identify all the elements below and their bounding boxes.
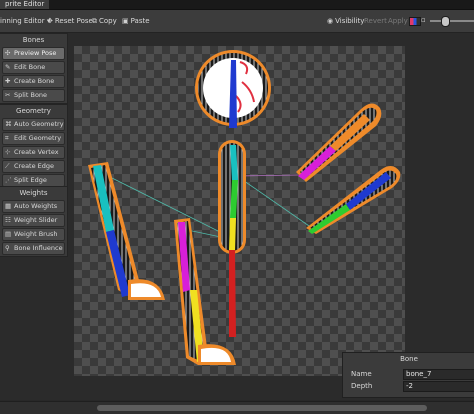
create-vertex-label: Create Vertex xyxy=(14,148,59,156)
bone-name-field[interactable]: bone_7 xyxy=(403,369,474,380)
edit-geometry-label: Edit Geometry xyxy=(14,134,62,142)
bone-inspector-panel: Bone Name bone_7 Depth -2 xyxy=(342,352,474,398)
weight-slider-button[interactable]: ☷ Weight Slider xyxy=(2,214,65,227)
preview-pose-button[interactable]: ✣ Preview Pose xyxy=(2,47,65,60)
create-edge-button[interactable]: ⟋ Create Edge xyxy=(2,160,65,173)
left-leg-sprite[interactable] xyxy=(88,162,165,300)
create-edge-icon: ⟋ xyxy=(5,162,10,170)
auto-weights-icon: ▦ xyxy=(5,202,12,210)
torso-sprite[interactable] xyxy=(218,140,246,337)
auto-geometry-icon: ⌘ xyxy=(5,120,12,128)
create-bone-button[interactable]: ✚ Create Bone xyxy=(2,75,65,88)
bone-influence-button[interactable]: ⚲ Bone Influence xyxy=(2,242,65,255)
split-edge-icon: ⋰ xyxy=(5,176,12,184)
auto-geometry-button[interactable]: ⌘ Auto Geometry xyxy=(2,118,65,131)
bones-panel-title: Bones xyxy=(22,36,45,44)
bone-name-label: Name xyxy=(351,370,372,378)
create-vertex-button[interactable]: ⊹ Create Vertex xyxy=(2,146,65,159)
bone-connector-line xyxy=(236,174,299,177)
bone-influence-label: Bone Influence xyxy=(14,244,63,252)
bone-influence-icon: ⚲ xyxy=(5,244,10,252)
head-sprite[interactable] xyxy=(195,50,271,128)
bone-connector-line xyxy=(111,177,221,233)
weights-panel-title: Weights xyxy=(19,189,48,197)
bone-connector-line xyxy=(236,175,313,229)
preview-pose-icon: ✣ xyxy=(5,49,11,57)
split-bone-icon: ✂ xyxy=(5,91,11,99)
geometry-panel-title: Geometry xyxy=(16,107,51,115)
split-bone-button[interactable]: ✂ Split Bone xyxy=(2,89,65,102)
split-edge-label: Split Edge xyxy=(14,176,47,184)
bones-panel: Bones ✣ Preview Pose ✎ Edit Bone ✚ Create B… xyxy=(0,33,68,104)
preview-pose-label: Preview Pose xyxy=(14,49,57,57)
edit-geometry-button[interactable]: ⌗ Edit Geometry xyxy=(2,132,65,145)
create-bone-icon: ✚ xyxy=(5,77,11,85)
weight-brush-icon: ▤ xyxy=(5,230,12,238)
weight-slider-label: Weight Slider xyxy=(14,216,58,224)
lower-arm-sprite[interactable] xyxy=(306,166,401,234)
edit-bone-icon: ✎ xyxy=(5,63,11,71)
create-bone-label: Create Bone xyxy=(14,77,55,85)
horizontal-scrollbar[interactable] xyxy=(0,401,474,414)
weight-brush-label: Weight Brush xyxy=(14,230,58,238)
edit-bone-button[interactable]: ✎ Edit Bone xyxy=(2,61,65,74)
auto-weights-button[interactable]: ▦ Auto Weights xyxy=(2,200,65,213)
create-edge-label: Create Edge xyxy=(14,162,55,170)
bone-depth-label: Depth xyxy=(351,382,373,390)
edit-bone-label: Edit Bone xyxy=(14,63,46,71)
auto-geometry-label: Auto Geometry xyxy=(14,120,64,128)
weight-brush-button[interactable]: ▤ Weight Brush xyxy=(2,228,65,241)
geometry-panel: Geometry ⌘ Auto Geometry ⌗ Edit Geometry ⊹… xyxy=(0,104,68,189)
upper-arm-sprite[interactable] xyxy=(296,103,382,182)
bone-inspector-title: Bone xyxy=(400,355,418,363)
bone-depth-field[interactable]: -2 xyxy=(403,381,474,392)
auto-weights-label: Auto Weights xyxy=(14,202,58,210)
scrollbar-thumb[interactable] xyxy=(97,405,427,411)
split-bone-label: Split Bone xyxy=(14,91,48,99)
weight-slider-icon: ☷ xyxy=(5,216,11,224)
weights-panel: Weights ▦ Auto Weights ☷ Weight Slider ▤ We… xyxy=(0,186,68,257)
edit-geometry-icon: ⌗ xyxy=(5,134,9,142)
create-vertex-icon: ⊹ xyxy=(5,148,11,156)
